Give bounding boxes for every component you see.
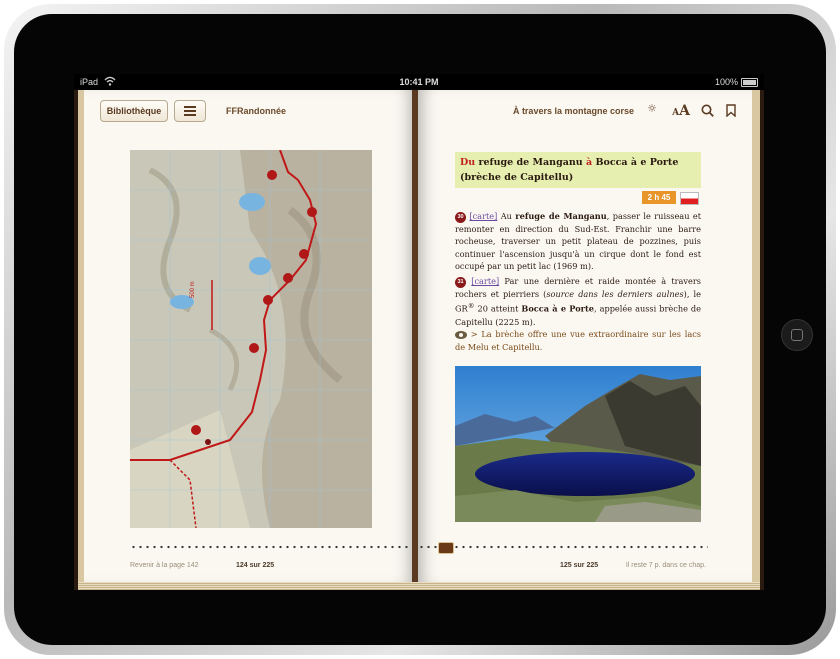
- page-scrubber-handle[interactable]: [438, 542, 454, 554]
- section-to-prefix: à: [586, 157, 593, 168]
- viewpoint-note-text: > La brèche offre une vue extraordinaire…: [455, 329, 701, 352]
- map-link-2[interactable]: [carte]: [471, 276, 499, 286]
- lake-photo[interactable]: [455, 366, 701, 522]
- right-page-number: 125 sur 225: [560, 562, 599, 569]
- trail-map[interactable]: 500 m: [130, 150, 372, 528]
- library-button[interactable]: Bibliothèque: [100, 100, 168, 122]
- home-button[interactable]: [781, 319, 813, 351]
- right-page: À travers la montagne corse ☼ AA Du refu…: [418, 90, 752, 582]
- step-marker-30: 30: [455, 211, 466, 223]
- map-scale-label: 500 m: [190, 281, 196, 298]
- battery-icon: [741, 78, 758, 87]
- gr-flag-icon: [680, 192, 699, 205]
- duration-badge: 2 h 45: [642, 191, 676, 204]
- remaining-pages-text: Il reste 7 p. dans ce chap.: [625, 562, 706, 569]
- paragraph-1-bold: refuge de Manganu: [515, 211, 607, 221]
- status-bar: iPad 10:41 PM 100%: [74, 74, 764, 90]
- list-icon: [184, 106, 196, 116]
- paragraph-1-text-a: Au: [497, 211, 516, 221]
- left-page: Bibliothèque FFRandonnée 500 m Revenir à…: [84, 90, 420, 582]
- registered-mark: ®: [467, 302, 475, 311]
- paragraph-2-text-c: 20 atteint: [474, 303, 522, 314]
- bookmark-icon[interactable]: [726, 102, 736, 121]
- viewpoint-note: > La brèche offre une vue extraordinaire…: [455, 328, 701, 353]
- page-scrubber-track-left[interactable]: [130, 545, 420, 549]
- eye-icon: [455, 331, 467, 339]
- paragraph-1: 30 [carte] Au refuge de Manganu, passer …: [455, 210, 701, 273]
- map-link-1[interactable]: [carte]: [469, 211, 497, 221]
- section-heading: Du refuge de Manganu à Bocca à e Porte (…: [455, 152, 701, 188]
- step-marker-31: 31: [455, 276, 466, 288]
- book-title: À travers la montagne corse: [512, 106, 634, 116]
- brightness-icon[interactable]: ☼: [647, 102, 657, 115]
- battery-percent: 100%: [714, 77, 738, 87]
- paragraph-2-italic: source dans les derniers aulnes: [546, 288, 684, 299]
- publisher-name: FFRandonnée: [226, 106, 286, 116]
- font-size-icon[interactable]: AA: [672, 100, 690, 119]
- book: Bibliothèque FFRandonnée 500 m Revenir à…: [78, 90, 760, 590]
- section-from-prefix: Du: [460, 157, 476, 168]
- page-scrubber-track-right[interactable]: [418, 545, 708, 549]
- home-button-icon: [791, 329, 803, 341]
- paragraph-2-bold: Bocca à e Porte: [521, 303, 594, 314]
- book-page-edges: [78, 582, 760, 590]
- status-time: 10:41 PM: [399, 77, 439, 87]
- search-icon[interactable]: [701, 102, 714, 121]
- paragraph-2: 31 [carte] Par une dernière et raide mon…: [455, 275, 701, 328]
- back-to-page-link[interactable]: Revenir à la page 142: [130, 562, 199, 569]
- screen: iPad 10:41 PM 100% Bibliothèque FFRandon…: [74, 74, 764, 590]
- table-of-contents-button[interactable]: [174, 100, 206, 122]
- left-page-number: 124 sur 225: [236, 562, 275, 569]
- section-from: refuge de Manganu: [478, 157, 583, 168]
